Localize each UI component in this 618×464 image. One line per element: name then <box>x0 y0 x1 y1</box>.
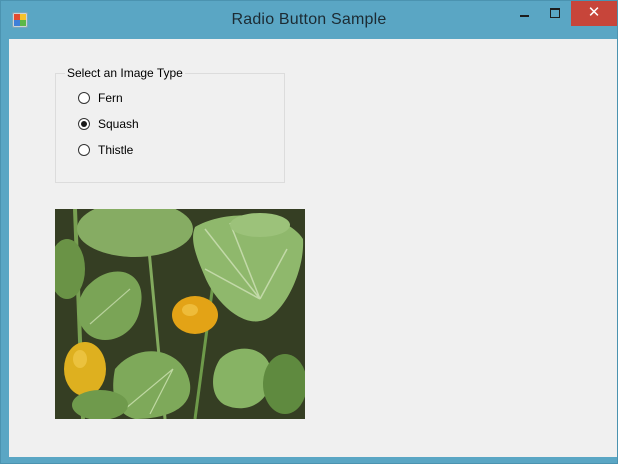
radio-thistle[interactable]: Thistle <box>78 141 133 159</box>
maximize-icon <box>550 8 560 18</box>
app-window: Radio Button Sample ✕ Select an Image Ty… <box>0 0 618 464</box>
close-icon: ✕ <box>587 4 601 21</box>
minimize-button[interactable] <box>512 1 538 26</box>
radio-fern[interactable]: Fern <box>78 89 123 107</box>
title-bar[interactable]: Radio Button Sample ✕ <box>1 1 617 39</box>
radio-circle-icon[interactable] <box>78 118 90 130</box>
groupbox-label: Select an Image Type <box>65 66 185 80</box>
maximize-button[interactable] <box>542 1 568 26</box>
radio-label-thistle[interactable]: Thistle <box>98 143 133 157</box>
radio-circle-icon[interactable] <box>78 144 90 156</box>
radio-squash[interactable]: Squash <box>78 115 139 133</box>
squash-plant-photo <box>55 209 305 419</box>
client-area: Select an Image Type Fern Squash Thistle <box>9 39 617 457</box>
radio-dot-icon <box>81 121 87 127</box>
radio-label-fern[interactable]: Fern <box>98 91 123 105</box>
radio-circle-icon[interactable] <box>78 92 90 104</box>
image-preview <box>55 209 305 419</box>
radio-label-squash[interactable]: Squash <box>98 117 139 131</box>
image-type-groupbox: Select an Image Type Fern Squash Thistle <box>55 67 285 183</box>
close-button[interactable]: ✕ <box>571 1 617 26</box>
minimize-icon <box>520 15 529 17</box>
